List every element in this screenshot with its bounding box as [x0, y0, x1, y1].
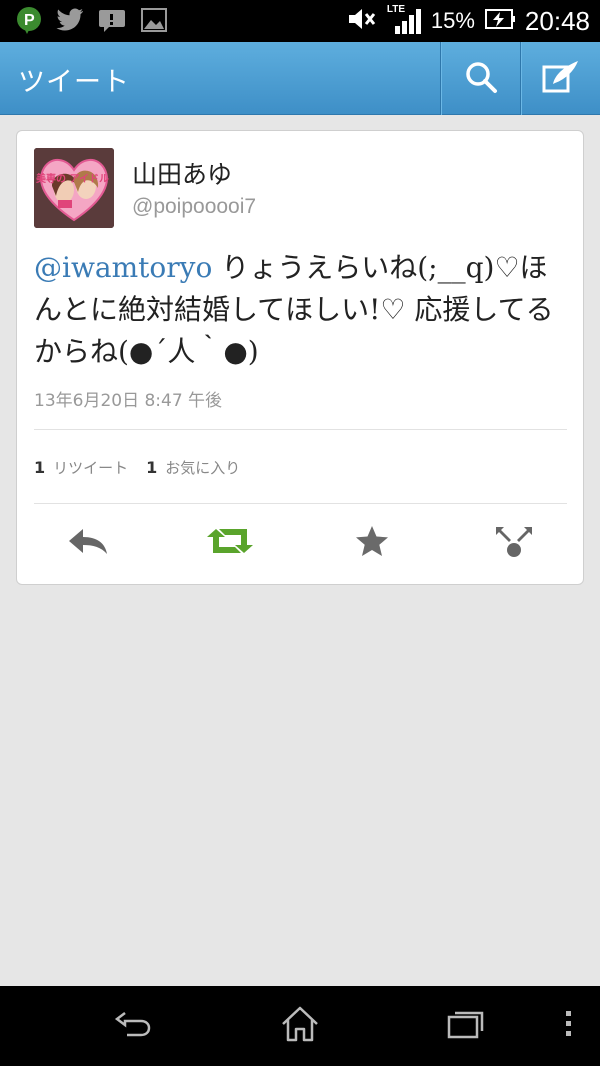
recent-apps-icon [446, 1007, 486, 1045]
tweet-stats: 1 リツイート 1 お気に入り [34, 457, 240, 478]
battery-charging-icon [484, 7, 515, 35]
page-title: ツイート [18, 67, 130, 98]
timestamp: 13年6月20日 8:47 午後 [34, 391, 223, 411]
battery-percent: 15% [430, 8, 475, 33]
reply-button[interactable] [58, 523, 118, 563]
menu-icon [563, 1009, 573, 1043]
favorite-button[interactable] [342, 523, 402, 563]
retweet-stat[interactable]: 1 リツイート [34, 457, 128, 478]
back-button[interactable] [103, 1004, 163, 1048]
retweet-count: 1 [34, 458, 46, 477]
action-bar: ツイート [0, 42, 600, 115]
mention-link[interactable]: @iwamtoryo [34, 251, 212, 284]
image-icon [140, 7, 168, 37]
lte-signal-icon: LTE [387, 4, 421, 36]
retweet-button[interactable] [200, 523, 260, 563]
avatar[interactable]: 美専の アイドル [34, 148, 114, 228]
display-name[interactable]: 山田あゆ [132, 155, 232, 191]
avatar-text: 美専の アイドル [36, 174, 109, 185]
compose-button[interactable] [520, 42, 600, 115]
pinterest-icon: P [16, 6, 42, 38]
home-button[interactable] [270, 1004, 330, 1048]
navigation-bar [0, 986, 600, 1066]
share-button[interactable] [484, 523, 544, 563]
twitter-bird-icon [56, 8, 84, 36]
tweet-text: @iwamtoryo りょうえらいね(;__q)♡ほんとに絶対結婚してほしい!♡… [34, 247, 574, 373]
svg-text:P: P [24, 12, 35, 29]
retweet-label: リツイート [53, 459, 129, 477]
compose-icon [541, 59, 581, 99]
reply-icon [67, 527, 109, 559]
favorite-stat[interactable]: 1 お気に入り [146, 457, 240, 478]
user-handle[interactable]: @poipooooi7 [132, 195, 256, 219]
back-icon [113, 1009, 153, 1043]
share-icon [494, 523, 534, 563]
favorite-label: お気に入り [165, 459, 241, 477]
message-icon [98, 8, 126, 36]
status-bar: P LTE 15% 20:48 [0, 0, 600, 42]
clock: 20:48 [524, 5, 590, 36]
recent-apps-button[interactable] [436, 1004, 496, 1048]
favorite-count: 1 [146, 458, 158, 477]
star-icon [355, 525, 389, 561]
search-button[interactable] [440, 42, 520, 115]
tweet-actions [17, 523, 585, 563]
tweet-card: 美専の アイドル 山田あゆ @poipooooi7 @iwamtoryo りょう… [16, 130, 584, 585]
search-icon [464, 60, 498, 98]
divider [34, 503, 567, 504]
home-icon [280, 1005, 320, 1047]
menu-button[interactable] [538, 1004, 598, 1048]
mute-icon [347, 6, 377, 36]
retweet-icon [205, 527, 255, 559]
divider [34, 429, 567, 430]
